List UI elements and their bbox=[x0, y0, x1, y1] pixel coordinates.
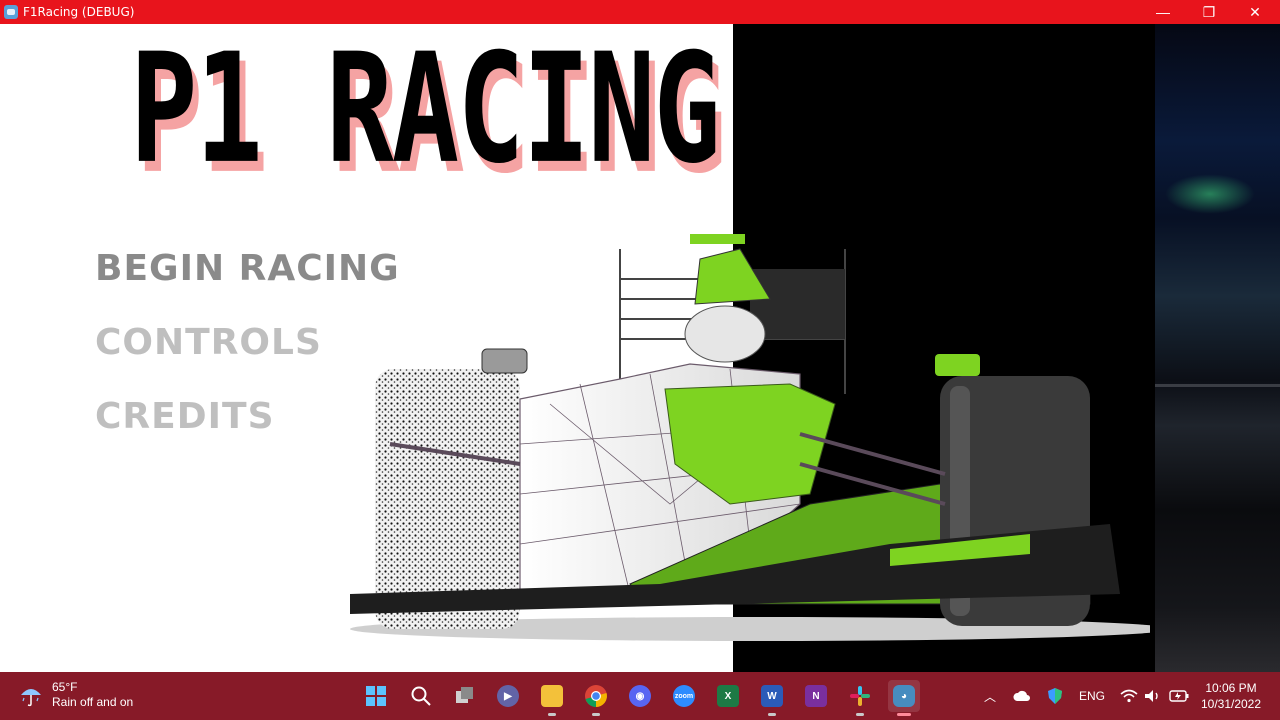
file-explorer-button[interactable] bbox=[536, 680, 568, 716]
background-blurred-strip bbox=[1155, 24, 1280, 672]
search-icon bbox=[411, 686, 431, 706]
search-button[interactable] bbox=[405, 680, 437, 712]
onenote-icon: N bbox=[805, 685, 827, 707]
chrome-button[interactable] bbox=[580, 680, 612, 716]
window-title-bar[interactable]: F1Racing (DEBUG) — ❐ ✕ bbox=[0, 0, 1280, 24]
weather-temperature: 65°F bbox=[52, 680, 78, 694]
game-logo: P1 RACING P1 RACING bbox=[130, 34, 727, 195]
game-viewport[interactable]: P1 RACING P1 RACING BEGIN RACING CONTROL… bbox=[0, 24, 1280, 672]
logo-main-text: P1 RACING bbox=[130, 24, 721, 198]
app-running-indicator bbox=[548, 713, 556, 716]
chrome-icon bbox=[585, 685, 607, 707]
slack-button[interactable] bbox=[844, 680, 876, 716]
excel-icon: X bbox=[717, 685, 739, 707]
wifi-button[interactable] bbox=[1120, 686, 1138, 706]
right-mirror bbox=[935, 354, 980, 376]
speaker-icon bbox=[1145, 690, 1158, 702]
teams-icon: ▶ bbox=[497, 685, 519, 707]
app-running-indicator bbox=[592, 713, 600, 716]
close-button[interactable]: ✕ bbox=[1232, 0, 1278, 24]
background-glare bbox=[1165, 174, 1255, 214]
maximize-icon: ❐ bbox=[1202, 3, 1216, 20]
app-active-indicator bbox=[897, 713, 911, 716]
credits-button[interactable]: CREDITS bbox=[95, 396, 275, 437]
clock-date: 10/31/2022 bbox=[1200, 697, 1262, 711]
umbrella-rain-icon bbox=[21, 689, 41, 707]
close-icon: ✕ bbox=[1249, 3, 1261, 20]
file-explorer-icon bbox=[541, 685, 563, 707]
security-button[interactable] bbox=[1045, 686, 1065, 706]
controls-button[interactable]: CONTROLS bbox=[95, 322, 322, 363]
app-running-indicator bbox=[856, 713, 864, 716]
shield-icon bbox=[1048, 688, 1062, 704]
app-running-indicator bbox=[768, 713, 776, 716]
battery-button[interactable] bbox=[1168, 686, 1190, 706]
weather-widget[interactable]: 65°F Rain off and on bbox=[18, 680, 133, 710]
clock[interactable]: 10:06 PM 10/31/2022 bbox=[1196, 680, 1266, 712]
word-icon: W bbox=[761, 685, 783, 707]
cloud-icon bbox=[1013, 690, 1030, 701]
slack-icon bbox=[850, 686, 870, 706]
background-rail bbox=[1155, 384, 1280, 387]
zoom-button[interactable]: zoom bbox=[668, 680, 700, 712]
volume-button[interactable] bbox=[1144, 686, 1162, 706]
zoom-icon: zoom bbox=[673, 685, 695, 707]
godot-icon: ◕ bbox=[893, 685, 915, 707]
discord-icon: ◉ bbox=[629, 685, 651, 707]
airbox-top bbox=[690, 234, 745, 244]
minimize-icon: — bbox=[1156, 4, 1170, 20]
clock-time: 10:06 PM bbox=[1205, 681, 1257, 695]
weather-description: Rain off and on bbox=[52, 695, 134, 709]
show-hidden-icons-button[interactable]: ︿ bbox=[982, 686, 998, 706]
driver-helmet bbox=[684, 305, 766, 363]
excel-button[interactable]: X bbox=[712, 680, 744, 712]
window-title: F1Racing (DEBUG) bbox=[23, 5, 135, 19]
battery-charging-icon bbox=[1169, 690, 1189, 702]
task-view-icon bbox=[456, 687, 473, 703]
left-mirror bbox=[481, 348, 528, 374]
discord-button[interactable]: ◉ bbox=[624, 680, 656, 712]
minimize-button[interactable]: — bbox=[1140, 0, 1186, 24]
teams-button[interactable]: ▶ bbox=[492, 680, 524, 712]
onedrive-button[interactable] bbox=[1012, 686, 1032, 706]
language-indicator[interactable]: ENG bbox=[1078, 686, 1106, 706]
task-view-button[interactable] bbox=[449, 680, 481, 712]
wifi-icon bbox=[1120, 689, 1138, 703]
start-button[interactable] bbox=[360, 680, 392, 712]
word-button[interactable]: W bbox=[756, 680, 788, 716]
f1-car-illustration bbox=[350, 234, 1150, 641]
maximize-button[interactable]: ❐ bbox=[1186, 0, 1232, 24]
taskbar: 65°F Rain off and on ▶ ◉ zoom X W N ◕ ︿ … bbox=[0, 672, 1280, 720]
onenote-button[interactable]: N bbox=[800, 680, 832, 712]
chevron-up-icon: ︿ bbox=[983, 689, 996, 704]
start-icon bbox=[366, 686, 386, 706]
godot-button[interactable]: ◕ bbox=[888, 680, 920, 716]
app-icon bbox=[4, 5, 18, 19]
